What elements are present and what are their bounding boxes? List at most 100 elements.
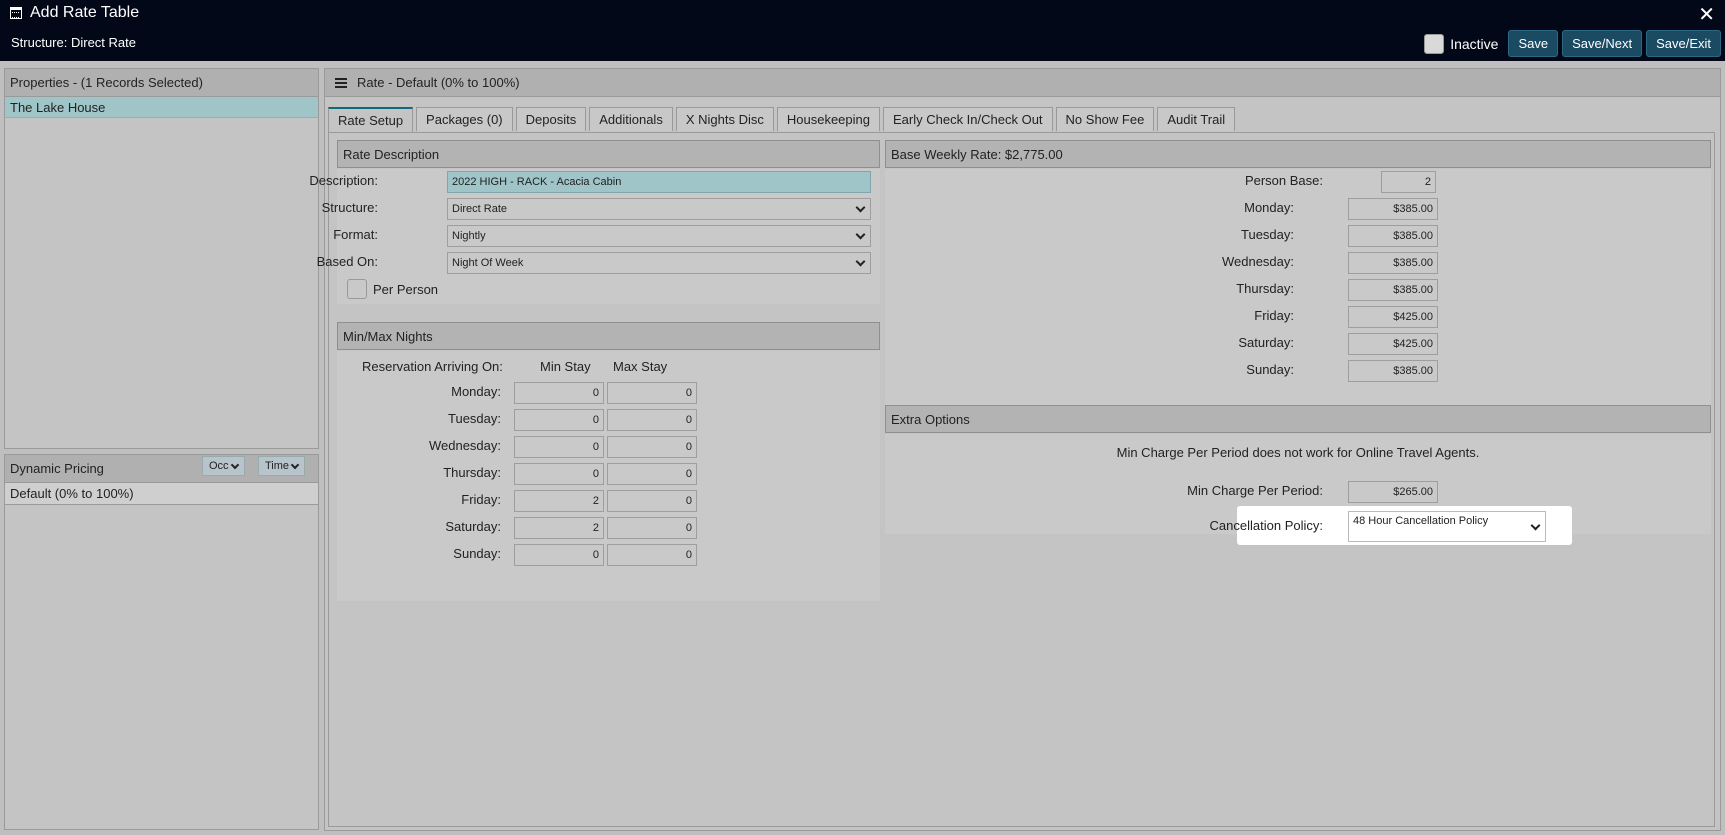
save-exit-button[interactable]: Save/Exit (1646, 30, 1721, 57)
person-base-input[interactable]: 2 (1381, 171, 1436, 193)
arriving-label: Reservation Arriving On: (362, 359, 503, 374)
min-max-heading: Min/Max Nights (337, 322, 880, 350)
min-stay-header: Min Stay (540, 359, 591, 374)
rate-heading-text: Rate - Default (0% to 100%) (357, 75, 520, 90)
inactive-toggle[interactable]: Inactive (1424, 33, 1499, 54)
weekly-rate-input[interactable]: $385.00 (1348, 198, 1438, 220)
weekly-rate-input[interactable]: $425.00 (1348, 306, 1438, 328)
min-max-day-label: Friday: (461, 492, 501, 507)
min-stay-input[interactable]: 0 (514, 436, 604, 458)
action-bar: Inactive Save Save/Next Save/Exit (1424, 30, 1721, 57)
max-stay-input[interactable]: 0 (607, 409, 697, 431)
format-label: Format: (333, 227, 378, 242)
weekly-day-label: Friday: (1254, 308, 1294, 323)
rate-panel: Rate - Default (0% to 100%) Rate Setup P… (309, 68, 1721, 831)
inactive-checkbox[interactable] (1424, 33, 1445, 54)
based-on-value: Night Of Week (452, 257, 524, 269)
chevron-down-icon (855, 229, 866, 240)
dynamic-pricing-item[interactable]: Default (0% to 100%) (5, 483, 318, 505)
tab-packages[interactable]: Packages (0) (416, 107, 513, 131)
max-stay-header: Max Stay (613, 359, 668, 374)
inactive-label: Inactive (1450, 35, 1499, 52)
save-next-button[interactable]: Save/Next (1562, 30, 1643, 57)
max-stay-input[interactable]: 0 (607, 490, 697, 512)
cancellation-policy-select[interactable]: 48 Hour Cancellation Policy (1348, 511, 1546, 542)
min-stay-input[interactable]: 0 (514, 409, 604, 431)
base-weekly-body (885, 169, 1711, 409)
chevron-down-icon (855, 256, 866, 267)
weekly-rate-input[interactable]: $385.00 (1348, 279, 1438, 301)
min-stay-input[interactable]: 0 (514, 544, 604, 566)
based-on-label: Based On: (316, 254, 378, 269)
property-item[interactable]: The Lake House (5, 97, 318, 118)
tab-deposits[interactable]: Deposits (515, 107, 587, 131)
weekly-rate-input[interactable]: $385.00 (1348, 225, 1438, 247)
tab-early-check-in[interactable]: Early Check In/Check Out (882, 107, 1053, 131)
per-person-label: Per Person (373, 282, 439, 297)
dynamic-pricing-panel: Dynamic Pricing Occ Time Default (0% to … (4, 454, 319, 830)
format-value: Nightly (452, 230, 486, 242)
tab-additionals[interactable]: Additionals (589, 107, 673, 131)
weekly-day-label: Monday: (1244, 200, 1294, 215)
min-charge-label: Min Charge Per Period: (1187, 483, 1323, 498)
properties-heading: Properties - (1 Records Selected) (5, 69, 318, 97)
close-icon[interactable]: ✕ (1698, 2, 1715, 27)
hamburger-menu-icon[interactable] (335, 77, 347, 88)
tab-rate-setup[interactable]: Rate Setup (328, 107, 414, 132)
min-charge-input[interactable]: $265.00 (1348, 481, 1438, 503)
occ-dropdown-button[interactable]: Occ (202, 456, 245, 476)
description-label: Description: (309, 173, 378, 188)
max-stay-input[interactable]: 0 (607, 544, 697, 566)
cancellation-policy-label: Cancellation Policy: (1209, 518, 1323, 533)
min-max-day-label: Monday: (451, 384, 501, 399)
max-stay-input[interactable]: 0 (607, 436, 697, 458)
weekly-rate-input[interactable]: $425.00 (1348, 333, 1438, 355)
structure-subtitle: Structure: Direct Rate (11, 35, 136, 50)
dynamic-pricing-title: Dynamic Pricing (10, 461, 104, 476)
weekly-day-label: Sunday: (1246, 362, 1294, 377)
chevron-down-icon (230, 460, 239, 469)
tab-audit-trail[interactable]: Audit Trail (1157, 107, 1236, 131)
min-stay-input[interactable]: 2 (514, 517, 604, 539)
min-stay-input[interactable]: 0 (514, 382, 604, 404)
min-stay-input[interactable]: 2 (514, 490, 604, 512)
tab-housekeeping[interactable]: Housekeeping (776, 107, 880, 131)
rate-heading: Rate - Default (0% to 100%) (325, 69, 1720, 97)
weekly-day-label: Saturday: (1238, 335, 1294, 350)
min-stay-input[interactable]: 0 (514, 463, 604, 485)
time-dropdown-button[interactable]: Time (258, 456, 306, 476)
cancellation-policy-value: 48 Hour Cancellation Policy (1353, 515, 1489, 527)
chevron-down-icon (1530, 520, 1541, 531)
chevron-down-icon (290, 460, 300, 469)
dynamic-pricing-heading: Dynamic Pricing Occ Time (5, 455, 318, 483)
save-button[interactable]: Save (1508, 30, 1559, 57)
weekly-rate-input[interactable]: $385.00 (1348, 360, 1438, 382)
weekly-day-label: Thursday: (1236, 281, 1294, 296)
max-stay-input[interactable]: 0 (607, 517, 697, 539)
weekly-day-label: Tuesday: (1241, 227, 1294, 242)
rate-setup-content: Rate Description Description: 2022 HIGH … (309, 132, 1715, 827)
per-person-checkbox[interactable] (347, 279, 367, 299)
occ-label: Occ (209, 460, 229, 472)
rate-description-heading: Rate Description (337, 140, 880, 168)
min-max-day-label: Sunday: (453, 546, 501, 561)
extra-options-heading: Extra Options (885, 405, 1711, 433)
max-stay-input[interactable]: 0 (607, 382, 697, 404)
properties-panel: Properties - (1 Records Selected) The La… (4, 68, 319, 449)
top-bar: Add Rate Table Structure: Direct Rate ✕ … (0, 0, 1725, 61)
person-base-label: Person Base: (1244, 173, 1323, 188)
time-label: Time (265, 460, 290, 472)
max-stay-input[interactable]: 0 (607, 463, 697, 485)
tab-x-nights-disc[interactable]: X Nights Disc (675, 107, 774, 131)
structure-select[interactable]: Direct Rate (447, 198, 871, 220)
description-input[interactable]: 2022 HIGH - RACK - Acacia Cabin (447, 171, 871, 193)
chevron-down-icon (855, 202, 866, 213)
based-on-select[interactable]: Night Of Week (447, 252, 871, 274)
format-select[interactable]: Nightly (447, 225, 871, 247)
weekly-rate-input[interactable]: $385.00 (1348, 252, 1438, 274)
min-max-day-label: Tuesday: (448, 411, 501, 426)
window-title-text: Add Rate Table (30, 4, 140, 21)
tab-bar: Rate Setup Packages (0) Deposits Additio… (328, 107, 1236, 132)
structure-value: Direct Rate (452, 203, 508, 215)
tab-no-show-fee[interactable]: No Show Fee (1055, 107, 1155, 131)
